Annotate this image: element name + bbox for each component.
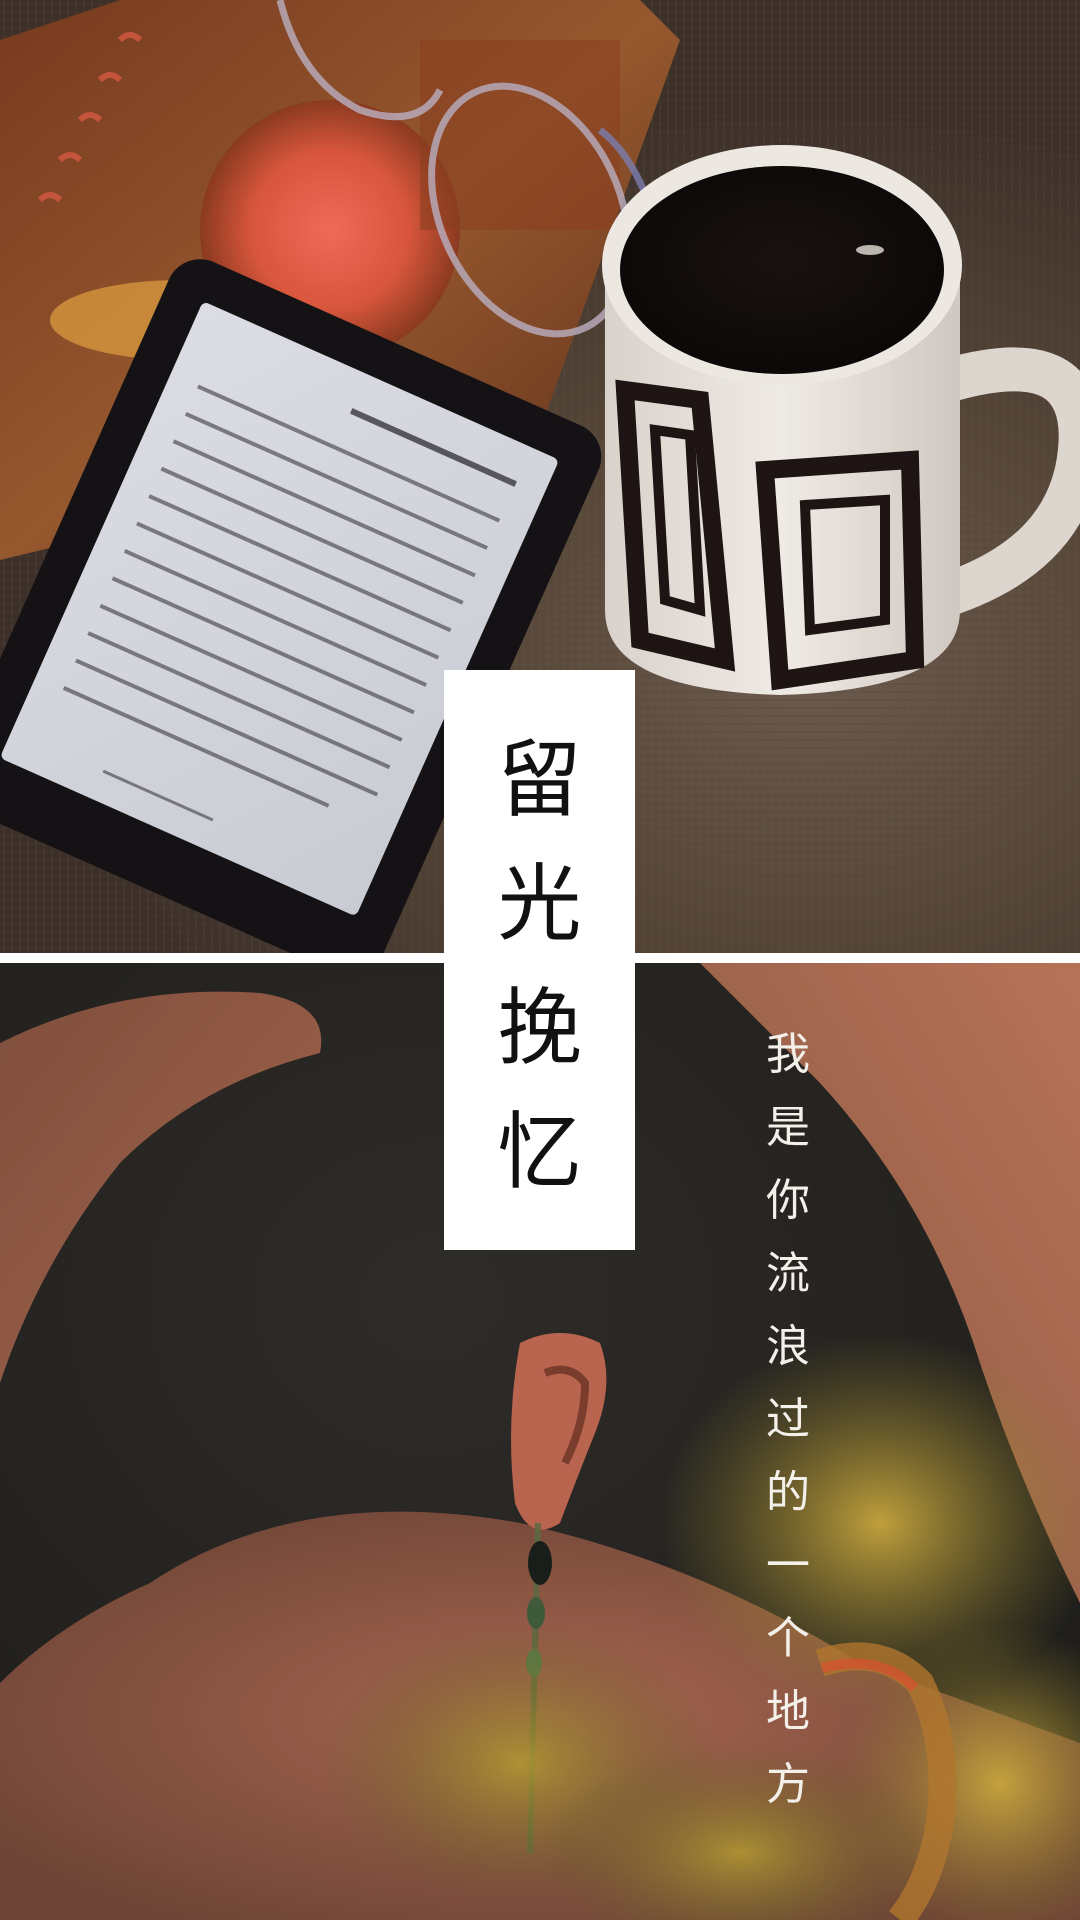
vertical-subtitle: 我 是 你 流 浪 过 的 一 个 地 方 (760, 1018, 816, 1821)
subtitle-char: 你 (766, 1175, 810, 1226)
subtitle-char: 流 (766, 1248, 810, 1299)
subtitle-char: 浪 (766, 1321, 810, 1372)
title-box: 留 光 挽 忆 (444, 670, 635, 1250)
title-char: 留 (497, 731, 582, 829)
subtitle-char: 个 (766, 1613, 810, 1664)
title-char: 光 (497, 855, 582, 953)
subtitle-char: 地 (766, 1686, 810, 1737)
title-char: 挽 (497, 979, 582, 1077)
poster: 留 光 挽 忆 我 是 你 流 浪 过 的 一 个 地 方 (0, 0, 1080, 1920)
subtitle-char: 我 (766, 1029, 810, 1080)
subtitle-char: 方 (766, 1759, 810, 1810)
subtitle-char: 的 (766, 1467, 810, 1518)
subtitle-char: 一 (766, 1540, 810, 1591)
subtitle-char: 是 (766, 1102, 810, 1153)
title-char: 忆 (497, 1103, 582, 1201)
subtitle-char: 过 (766, 1394, 810, 1445)
